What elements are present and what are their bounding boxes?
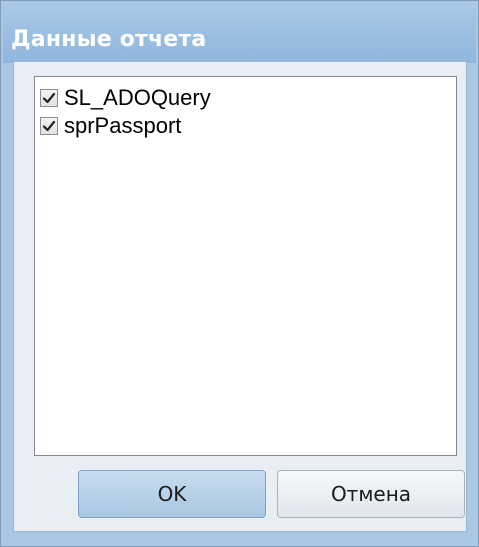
- checkbox-checked-icon[interactable]: [40, 117, 58, 135]
- dialog-titlebar[interactable]: Данные отчета: [3, 3, 476, 63]
- list-item-sl-adoquery[interactable]: SL_ADOQuery: [40, 85, 211, 111]
- ok-button[interactable]: OK: [78, 470, 266, 518]
- dialog-title: Данные отчета: [11, 27, 207, 52]
- cancel-button[interactable]: Отмена: [277, 470, 465, 518]
- list-item-label: sprPassport: [64, 113, 182, 138]
- dialog-body: SL_ADOQuery sprPassport OK Отмена: [13, 61, 467, 532]
- list-item-sprpassport[interactable]: sprPassport: [40, 113, 181, 139]
- report-data-dialog: Данные отчета SL_ADOQuery sprPassport OK…: [0, 0, 479, 547]
- checkbox-checked-icon[interactable]: [40, 89, 58, 107]
- list-item-label: SL_ADOQuery: [64, 85, 211, 110]
- datasets-checklist[interactable]: SL_ADOQuery sprPassport: [34, 76, 457, 456]
